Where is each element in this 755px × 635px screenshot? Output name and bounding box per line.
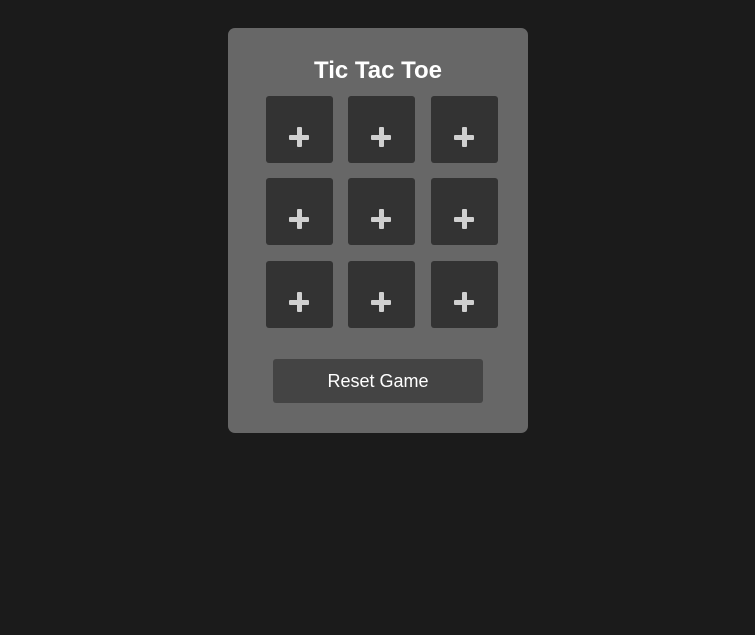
board-cell-r1-c1[interactable]	[266, 96, 333, 163]
plus-icon	[266, 261, 333, 328]
board-cell-r3-c3[interactable]	[431, 261, 498, 328]
game-title: Tic Tac Toe	[313, 57, 443, 84]
plus-icon	[348, 261, 415, 328]
board-cell-r1-c2[interactable]	[348, 96, 415, 163]
board-cell-r3-c2[interactable]	[348, 261, 415, 328]
board-cell-r2-c2[interactable]	[348, 178, 415, 245]
plus-icon	[348, 178, 415, 245]
plus-icon	[431, 178, 498, 245]
game-board	[266, 96, 498, 328]
board-cell-r2-c1[interactable]	[266, 178, 333, 245]
plus-icon	[266, 96, 333, 163]
plus-icon	[348, 96, 415, 163]
game-panel: Tic Tac Toe Reset Game	[228, 28, 528, 433]
board-cell-r2-c3[interactable]	[431, 178, 498, 245]
plus-icon	[431, 96, 498, 163]
board-cell-r3-c1[interactable]	[266, 261, 333, 328]
plus-icon	[266, 178, 333, 245]
plus-icon	[431, 261, 498, 328]
reset-game-button[interactable]: Reset Game	[273, 359, 483, 403]
board-cell-r1-c3[interactable]	[431, 96, 498, 163]
